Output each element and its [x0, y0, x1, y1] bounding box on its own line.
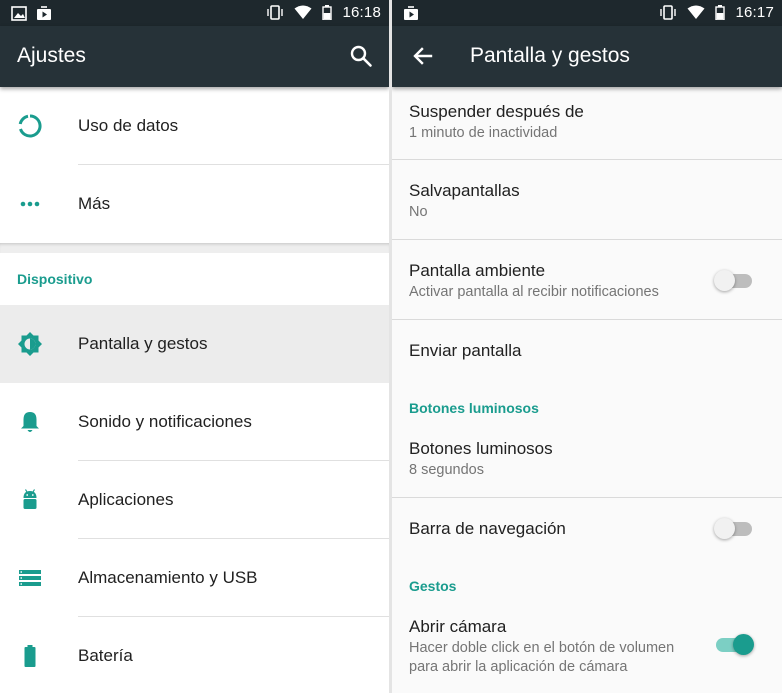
settings-item-storage[interactable]: Almacenamiento y USB: [0, 539, 389, 617]
open-camera-switch[interactable]: [716, 634, 754, 655]
settings-item-apps[interactable]: Aplicaciones: [0, 461, 389, 539]
app-bar: Ajustes: [0, 26, 389, 87]
app-bar: Pantalla y gestos: [392, 26, 782, 87]
category-gestures: Gestos: [409, 578, 457, 594]
page-title: Pantalla y gestos: [470, 44, 630, 67]
pref-button-lights[interactable]: Botones luminosos 8 segundos: [392, 420, 782, 498]
settings-screen: 16:18 Ajustes Uso de datos Más Dispositi…: [0, 0, 389, 693]
pref-open-camera[interactable]: Abrir cámara Hacer doble click en el bot…: [392, 600, 782, 693]
pref-cast-screen[interactable]: Enviar pantalla: [392, 320, 782, 380]
nav-bar-switch[interactable]: [714, 518, 752, 539]
settings-item-label: Almacenamiento y USB: [78, 568, 258, 587]
media-notification-icon: [404, 6, 418, 20]
android-icon: [23, 489, 37, 509]
clock: 16:17: [735, 4, 774, 21]
bell-icon: [21, 412, 39, 432]
settings-item-label: Más: [78, 194, 111, 213]
switch-thumb: [714, 270, 735, 291]
pref-screensaver[interactable]: Salvapantallas No: [392, 160, 782, 240]
pref-title: Enviar pantalla: [409, 341, 522, 360]
wifi-icon: [294, 5, 312, 19]
settings-item-label: Pantalla y gestos: [78, 334, 208, 353]
pref-title: Salvapantallas: [409, 181, 520, 200]
pref-summary-line2: para abrir la aplicación de cámara: [409, 659, 628, 675]
pref-title: Pantalla ambiente: [409, 261, 546, 280]
pref-sleep[interactable]: Suspender después de 1 minuto de inactiv…: [392, 87, 782, 160]
section-header-label: Dispositivo: [17, 271, 93, 287]
wifi-icon: [687, 5, 705, 19]
pref-summary: No: [409, 204, 428, 220]
settings-item-sound[interactable]: Sonido y notificaciones: [0, 383, 389, 461]
storage-icon: [19, 570, 41, 586]
settings-item-label: Uso de datos: [78, 116, 179, 135]
pref-title: Barra de navegación: [409, 519, 566, 538]
more-horiz-icon: [20, 201, 40, 207]
switch-thumb: [733, 634, 754, 655]
settings-list: Uso de datos Más Dispositivo Pantalla y …: [0, 87, 389, 693]
vibrate-icon: [267, 5, 284, 20]
settings-item-data-usage[interactable]: Uso de datos: [0, 87, 389, 165]
section-header: Dispositivo: [0, 253, 389, 305]
pref-summary: Activar pantalla al recibir notificacion…: [409, 284, 659, 300]
media-notification-icon: [37, 6, 51, 20]
battery-status-icon: [322, 5, 333, 20]
display-settings-screen: 16:17 Pantalla y gestos Suspender despué…: [392, 0, 782, 693]
settings-item-label: Batería: [78, 646, 133, 665]
data-usage-icon: [18, 114, 42, 138]
search-icon[interactable]: [347, 42, 375, 70]
switch-thumb: [714, 518, 735, 539]
settings-item-battery[interactable]: Batería: [0, 617, 389, 693]
pref-title: Botones luminosos: [409, 439, 553, 458]
category-buttons: Botones luminosos: [409, 400, 539, 416]
battery-status-icon: [715, 5, 726, 20]
settings-item-more[interactable]: Más: [0, 165, 389, 243]
battery-icon: [24, 645, 36, 667]
settings-item-display[interactable]: Pantalla y gestos: [0, 305, 389, 383]
back-arrow-icon[interactable]: [409, 42, 437, 70]
section-gap: [0, 243, 389, 253]
page-title: Ajustes: [17, 44, 86, 67]
pref-summary: 1 minuto de inactividad: [409, 125, 558, 141]
pref-title: Suspender después de: [409, 102, 584, 121]
pref-summary: 8 segundos: [409, 462, 484, 478]
pref-summary-line1: Hacer doble click en el botón de volumen: [409, 640, 675, 656]
ambient-display-switch[interactable]: [714, 270, 752, 291]
pref-title: Abrir cámara: [409, 617, 507, 636]
clock: 16:18: [342, 4, 381, 21]
pref-nav-bar[interactable]: Barra de navegación: [392, 498, 782, 558]
status-bar: 16:17: [392, 0, 782, 26]
settings-item-label: Sonido y notificaciones: [78, 412, 252, 431]
pref-ambient-display[interactable]: Pantalla ambiente Activar pantalla al re…: [392, 240, 782, 320]
brightness-icon: [18, 332, 42, 356]
vibrate-icon: [660, 5, 677, 20]
status-bar: 16:18: [0, 0, 389, 26]
image-notification-icon: [11, 6, 27, 21]
settings-item-label: Aplicaciones: [78, 490, 174, 509]
